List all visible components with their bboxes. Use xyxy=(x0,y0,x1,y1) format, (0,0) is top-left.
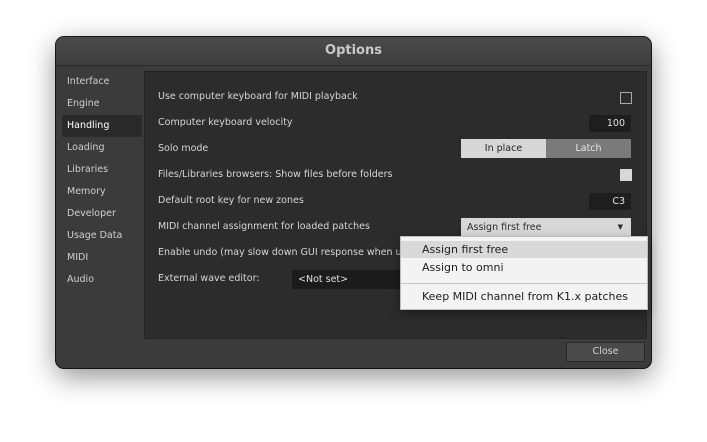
sidebar-item-interface[interactable]: Interface xyxy=(62,71,142,93)
solo-mode-latch-button[interactable]: Latch xyxy=(546,139,631,158)
dialog-title: Options xyxy=(56,37,651,66)
midi-channel-popup-menu: Assign first free Assign to omni Keep MI… xyxy=(400,236,648,310)
keyboard-midi-checkbox[interactable] xyxy=(620,92,632,104)
sidebar-item-handling[interactable]: Handling xyxy=(62,115,142,137)
close-button[interactable]: Close xyxy=(566,342,645,362)
keyboard-midi-label: Use computer keyboard for MIDI playback xyxy=(158,91,358,102)
midi-channel-value: Assign first free xyxy=(467,222,542,233)
chevron-down-icon: ▼ xyxy=(617,223,623,231)
sidebar-item-libraries[interactable]: Libraries xyxy=(62,159,142,181)
wave-editor-label: External wave editor: xyxy=(158,273,260,284)
options-sidebar: Interface Engine Handling Loading Librar… xyxy=(62,71,142,291)
sidebar-item-usage-data[interactable]: Usage Data xyxy=(62,225,142,247)
solo-mode-in-place-button[interactable]: In place xyxy=(461,139,546,158)
files-before-folders-checkbox[interactable] xyxy=(620,169,632,181)
undo-label: Enable undo (may slow down GUI response … xyxy=(158,247,436,258)
sidebar-item-developer[interactable]: Developer xyxy=(62,203,142,225)
sidebar-item-engine[interactable]: Engine xyxy=(62,93,142,115)
midi-channel-dropdown[interactable]: Assign first free ▼ xyxy=(461,218,631,237)
root-key-label: Default root key for new zones xyxy=(158,195,304,206)
keyboard-velocity-field[interactable]: 100 xyxy=(589,115,631,132)
menu-separator xyxy=(401,283,647,284)
files-before-folders-label: Files/Libraries browsers: Show files bef… xyxy=(158,169,393,180)
solo-mode-label: Solo mode xyxy=(158,143,209,154)
keyboard-velocity-label: Computer keyboard velocity xyxy=(158,117,293,128)
menu-item-assign-to-omni[interactable]: Assign to omni xyxy=(401,259,647,276)
options-dialog: Options Interface Engine Handling Loadin… xyxy=(56,37,651,368)
menu-item-assign-first-free[interactable]: Assign first free xyxy=(401,241,647,258)
wave-editor-field[interactable]: <Not set> xyxy=(292,270,402,289)
sidebar-item-audio[interactable]: Audio xyxy=(62,269,142,291)
root-key-field[interactable]: C3 xyxy=(589,193,631,210)
sidebar-item-memory[interactable]: Memory xyxy=(62,181,142,203)
sidebar-item-loading[interactable]: Loading xyxy=(62,137,142,159)
menu-item-keep-midi-channel[interactable]: Keep MIDI channel from K1.x patches xyxy=(401,288,647,305)
midi-channel-label: MIDI channel assignment for loaded patch… xyxy=(158,221,370,232)
sidebar-item-midi[interactable]: MIDI xyxy=(62,247,142,269)
